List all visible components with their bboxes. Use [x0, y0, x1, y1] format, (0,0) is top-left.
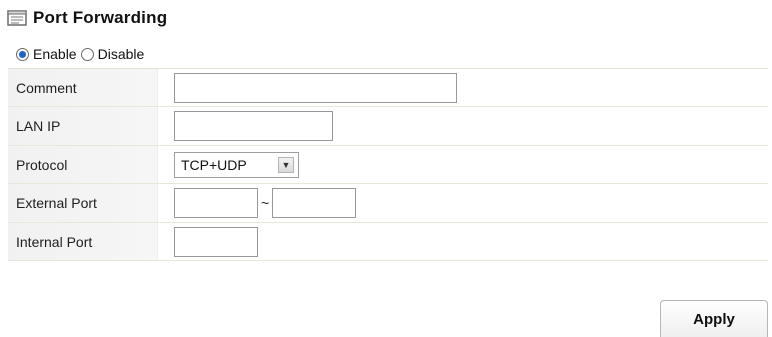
internal-port-label: Internal Port: [8, 223, 158, 260]
form-window-icon: [7, 10, 27, 26]
protocol-row: Protocol TCP+UDP ▼: [8, 146, 768, 184]
lan-ip-label: LAN IP: [8, 107, 158, 145]
external-port-range-separator: ~: [261, 195, 270, 211]
comment-input[interactable]: [174, 72, 457, 103]
external-port-end-input[interactable]: [272, 188, 357, 218]
form-window-icon-graphic: [7, 10, 27, 26]
internal-port-row: Internal Port: [8, 223, 768, 261]
page-header: Port Forwarding: [7, 5, 167, 31]
external-port-start-input[interactable]: [174, 188, 258, 218]
port-forwarding-form: Comment LAN IP Protocol TCP+UDP ▼ Extern…: [8, 68, 768, 261]
chevron-down-icon[interactable]: ▼: [278, 156, 294, 173]
enable-disable-radio-group: Enable Disable: [16, 44, 148, 64]
protocol-select[interactable]: TCP+UDP ▼: [174, 151, 299, 178]
disable-radio-label[interactable]: Disable: [98, 46, 145, 62]
protocol-label: Protocol: [8, 146, 158, 183]
disable-radio[interactable]: [80, 47, 94, 61]
enable-radio-label[interactable]: Enable: [33, 46, 77, 62]
enable-radio[interactable]: [16, 47, 29, 61]
protocol-value-cell: TCP+UDP ▼: [158, 146, 768, 183]
apply-button[interactable]: Apply: [660, 300, 768, 337]
lan-ip-value-cell: [158, 107, 768, 145]
internal-port-input[interactable]: [174, 226, 258, 257]
lan-ip-input[interactable]: [174, 111, 333, 141]
page-title: Port Forwarding: [33, 8, 168, 27]
protocol-selected-value: TCP+UDP: [181, 156, 247, 173]
port-forwarding-page: Port Forwarding Enable Disable Comment L…: [0, 0, 772, 337]
lan-ip-row: LAN IP: [8, 107, 768, 146]
comment-value-cell: [158, 69, 768, 106]
comment-label: Comment: [8, 69, 158, 106]
external-port-row: External Port ~: [8, 184, 768, 223]
external-port-value-cell: ~: [158, 184, 768, 222]
external-port-label: External Port: [8, 184, 158, 222]
comment-row: Comment: [8, 69, 768, 107]
internal-port-value-cell: [158, 223, 768, 260]
